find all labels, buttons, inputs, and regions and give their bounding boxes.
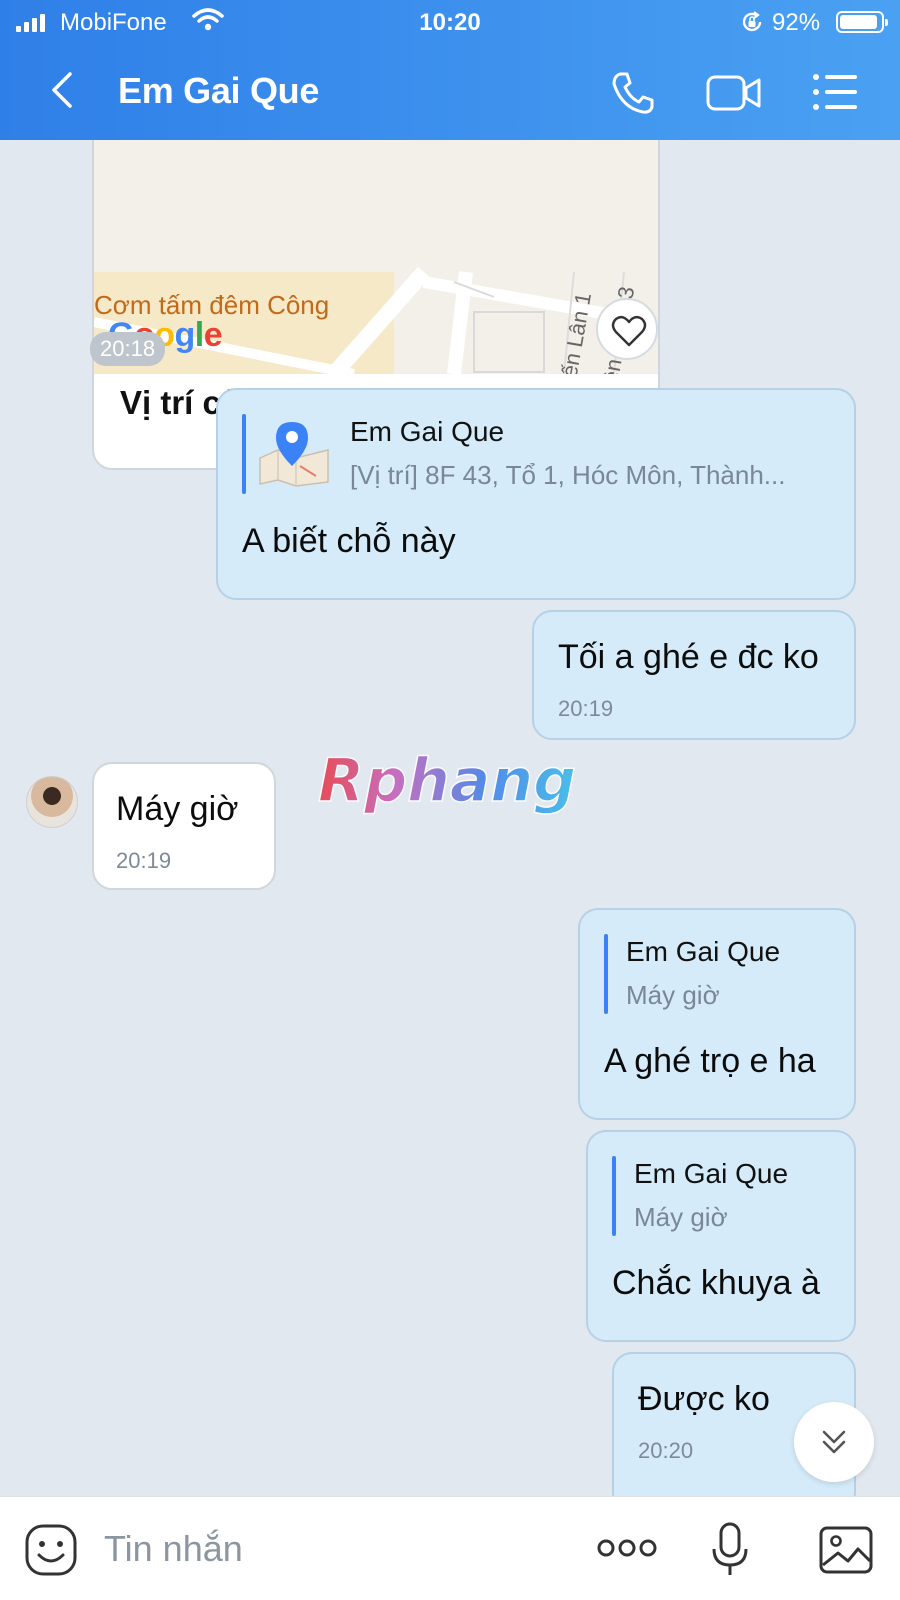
- phone-icon[interactable]: [610, 70, 656, 116]
- reply-sender-name: Em Gai Que: [350, 416, 505, 447]
- message-list[interactable]: Cơm tấm đêm Công Google ến Lân 1 ền Lân …: [0, 140, 900, 1496]
- battery-percent: 92%: [772, 9, 821, 36]
- list-menu-icon[interactable]: [812, 72, 858, 112]
- message-text: A biết chỗ này: [242, 522, 456, 560]
- reply-sender-name: Em Gai Que: [626, 936, 781, 967]
- message-time: 20:19: [116, 848, 172, 873]
- outgoing-reply-message[interactable]: Em Gai Que Máy giờ A ghé trọ e ha: [578, 908, 856, 1120]
- heart-icon: [611, 315, 647, 347]
- scroll-to-bottom-button[interactable]: [794, 1402, 874, 1482]
- message-text: Máy giờ: [116, 790, 239, 828]
- reply-sender-name: Em Gai Que: [634, 1158, 789, 1189]
- message-composer: [0, 1496, 900, 1600]
- battery-icon: [836, 11, 888, 33]
- battery-fill: [840, 15, 877, 29]
- map-pin-icon: [259, 422, 329, 487]
- outgoing-message[interactable]: Tối a ghé e đc ko 20:19: [532, 610, 856, 740]
- watermark-text: Rphang: [318, 747, 576, 816]
- message-time: 20:18: [90, 332, 166, 366]
- message-time: 20:19: [558, 696, 614, 721]
- chat-header: MobiFone 10:20 92% Em Gai Que: [0, 0, 900, 140]
- double-chevron-down-icon: [822, 1430, 846, 1454]
- chat-title[interactable]: Em Gai Que: [118, 70, 319, 112]
- message-text: Tối a ghé e đc ko: [558, 638, 819, 676]
- reply-accent-bar: [604, 934, 608, 1014]
- rotation-lock-icon: [742, 11, 762, 32]
- reply-snippet: [Vị trí] 8F 43, Tổ 1, Hóc Môn, Thành...: [350, 460, 786, 490]
- message-input[interactable]: [104, 1525, 564, 1573]
- reply-snippet: Máy giờ: [626, 980, 720, 1010]
- more-dots-icon[interactable]: [596, 1537, 658, 1559]
- watermark-logo: Rphang: [317, 747, 577, 817]
- incoming-message[interactable]: Máy giờ 20:19: [92, 762, 276, 890]
- reply-accent-bar: [242, 414, 246, 494]
- image-gallery-icon[interactable]: [818, 1525, 874, 1575]
- status-bar: MobiFone 10:20 92%: [0, 0, 900, 46]
- reply-accent-bar: [612, 1156, 616, 1236]
- video-camera-icon[interactable]: [706, 72, 762, 114]
- chevron-left-icon[interactable]: [40, 68, 84, 112]
- outgoing-reply-message[interactable]: Em Gai Que [Vị trí] 8F 43, Tổ 1, Hóc Môn…: [216, 388, 856, 600]
- map-preview[interactable]: Cơm tấm đêm Công Google ến Lân 1 ền Lân …: [94, 140, 658, 374]
- message-text: Chắc khuya à: [612, 1264, 820, 1302]
- message-text: Được ko: [638, 1380, 770, 1418]
- react-heart-button[interactable]: [596, 298, 658, 360]
- microphone-icon[interactable]: [710, 1521, 750, 1579]
- contact-avatar[interactable]: [26, 776, 78, 828]
- sticker-smile-icon[interactable]: [24, 1523, 78, 1577]
- message-time: 20:20: [638, 1438, 694, 1463]
- message-text: A ghé trọ e ha: [604, 1042, 816, 1080]
- outgoing-reply-message[interactable]: Em Gai Que Máy giờ Chắc khuya à: [586, 1130, 856, 1342]
- status-time: 10:20: [419, 9, 481, 36]
- reply-snippet: Máy giờ: [634, 1202, 728, 1232]
